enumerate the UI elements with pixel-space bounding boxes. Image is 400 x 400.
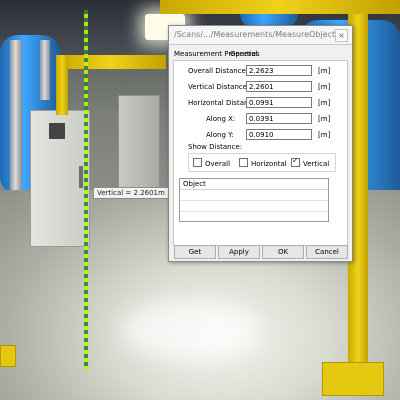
vertical-measurement-line[interactable] (84, 10, 88, 370)
vertical-distance-label: Vertical Distance: (188, 83, 250, 91)
along-x-field[interactable]: 0.0391 (246, 113, 312, 124)
vertical-checkbox-box[interactable] (291, 156, 300, 167)
overall-checkbox-box[interactable] (193, 158, 202, 167)
vertical-distance-unit: [m] (318, 83, 331, 91)
close-button[interactable]: × (335, 29, 348, 42)
along-y-unit: [m] (318, 131, 331, 139)
yellow-bollard (0, 345, 16, 367)
dialog-buttons: Get Apply OK Cancel (172, 245, 349, 259)
horizontal-distance-field[interactable]: 0.0991 (246, 97, 312, 108)
vertical-distance-field[interactable]: 2.2601 (246, 81, 312, 92)
measurement-tooltip: Vertical = 2.2601m (93, 187, 169, 199)
yellow-frame-top-beam (160, 0, 400, 14)
close-icon: × (338, 31, 345, 40)
apply-button[interactable]: Apply (218, 245, 260, 259)
table-row[interactable] (180, 201, 328, 212)
vertical-distance-row: Vertical Distance: 2.2601 [m] (174, 81, 347, 94)
tab-general[interactable]: General (230, 50, 258, 58)
yellow-frame-beam-left (56, 55, 166, 69)
vertical-checkbox-label: Vertical (303, 160, 330, 168)
measurement-properties-panel: Overall Distance: 2.2623 [m] Vertical Di… (173, 60, 348, 246)
table-row[interactable] (180, 190, 328, 201)
get-button[interactable]: Get (174, 245, 216, 259)
horizontal-checkbox-box[interactable] (239, 158, 248, 167)
horizontal-checkbox-label: Horizontal (251, 160, 287, 168)
along-y-row: Along Y: 0.0910 [m] (174, 129, 347, 142)
along-y-field[interactable]: 0.0910 (246, 129, 312, 140)
electrical-cabinet (30, 110, 90, 247)
horizontal-distance-row: Horizontal Distance: 0.0991 [m] (174, 97, 347, 110)
along-y-label: Along Y: (206, 131, 234, 139)
measure-object-dialog: /Scans/.../Measurements/MeasureObject × … (168, 25, 353, 262)
overall-distance-row: Overall Distance: 2.2623 [m] (174, 65, 347, 78)
overall-distance-field[interactable]: 2.2623 (246, 65, 312, 76)
overall-checkbox-label: Overall (205, 160, 231, 168)
grey-pipe-2 (40, 40, 50, 100)
show-distance-group: Overall Horizontal Vertical (188, 153, 336, 172)
along-x-label: Along X: (206, 115, 236, 123)
overall-checkbox[interactable]: Overall (193, 158, 230, 168)
show-distance-label: Show Distance: (188, 143, 243, 151)
along-x-unit: [m] (318, 115, 331, 123)
cancel-button[interactable]: Cancel (306, 245, 348, 259)
electrical-cabinet-back (118, 95, 160, 197)
cabinet-label (49, 123, 65, 139)
object-table[interactable]: Object (179, 178, 329, 222)
horizontal-checkbox[interactable]: Horizontal (239, 158, 287, 168)
along-x-row: Along X: 0.0391 [m] (174, 113, 347, 126)
overall-distance-label: Overall Distance: (188, 67, 249, 75)
overall-distance-unit: [m] (318, 67, 331, 75)
yellow-frame-base (322, 362, 384, 396)
dialog-title: /Scans/.../Measurements/MeasureObject (174, 30, 336, 39)
cabinet-handle (79, 166, 83, 188)
floor-reflection (120, 300, 260, 360)
grey-pipe-1 (10, 40, 22, 210)
object-column-header[interactable]: Object (180, 179, 328, 190)
horizontal-distance-unit: [m] (318, 99, 331, 107)
dialog-titlebar[interactable]: /Scans/.../Measurements/MeasureObject × (169, 26, 352, 45)
vertical-checkbox[interactable]: Vertical (291, 156, 330, 168)
ok-button[interactable]: OK (262, 245, 304, 259)
yellow-frame-post-left (56, 55, 68, 115)
